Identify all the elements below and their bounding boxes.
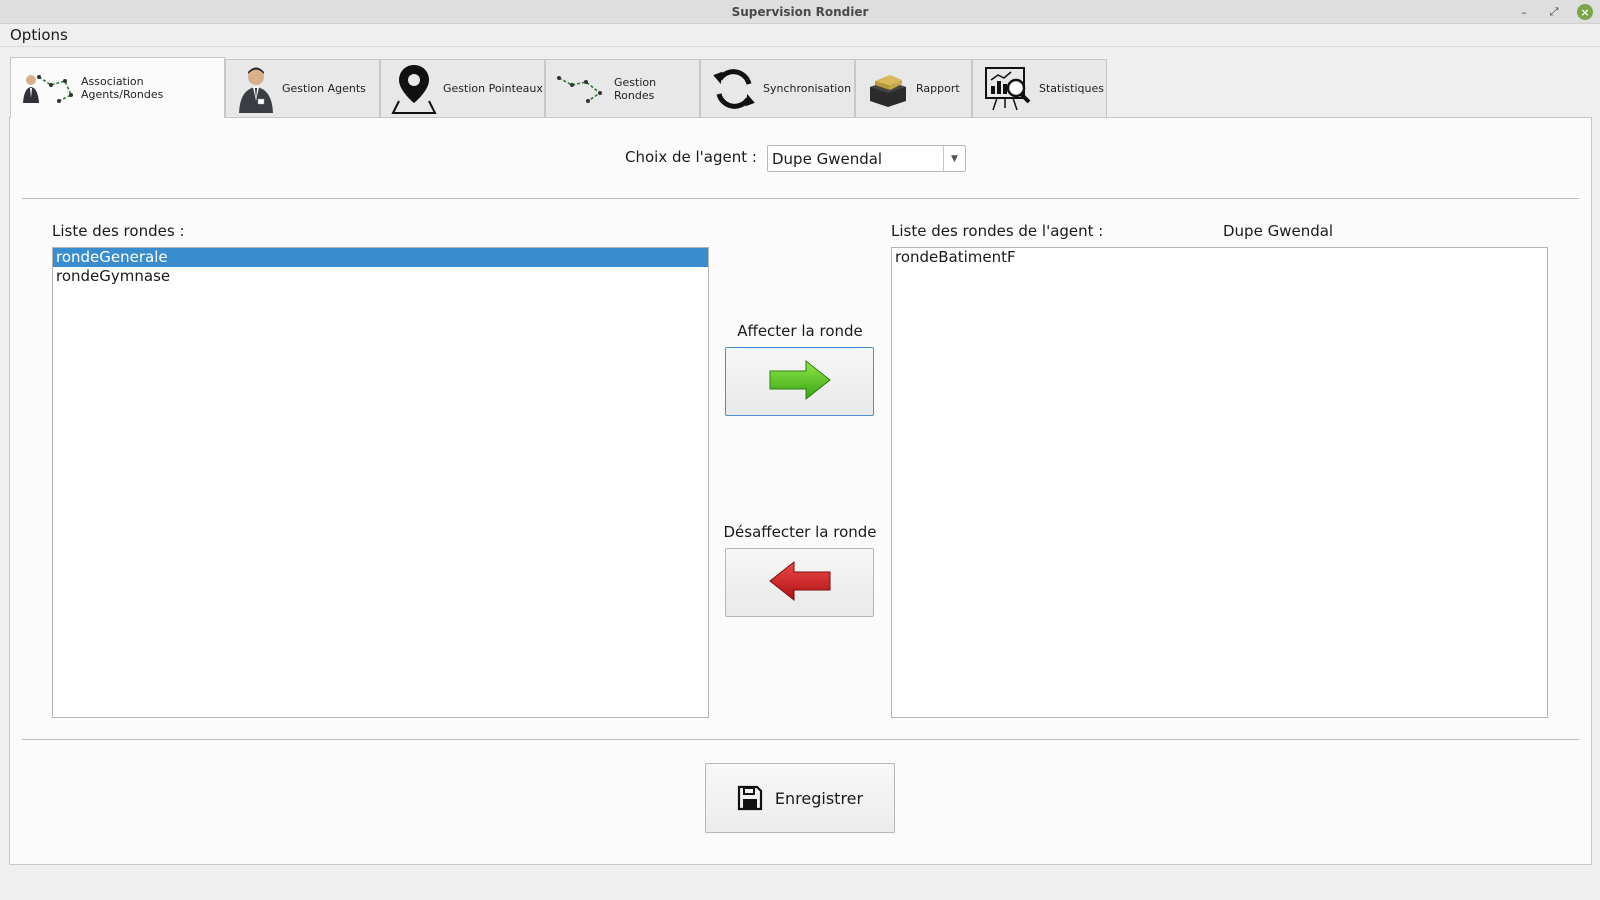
tab-rapport[interactable]: Rapport: [855, 59, 972, 117]
rounds-list[interactable]: rondeGenerale rondeGymnase: [52, 247, 709, 718]
tab-label: Statistiques: [1039, 82, 1104, 95]
save-label: Enregistrer: [774, 788, 864, 808]
separator-top: [22, 198, 1579, 199]
close-icon[interactable]: ×: [1577, 4, 1593, 20]
menu-bar: Options: [0, 24, 1600, 47]
tab-synchronisation[interactable]: Synchronisation: [700, 59, 855, 117]
assign-label: Affecter la ronde: [737, 322, 863, 340]
chevron-down-icon[interactable]: ▼: [943, 146, 965, 171]
rounds-list-title: Liste des rondes :: [52, 222, 185, 240]
menu-options[interactable]: Options: [10, 26, 68, 44]
minimize-icon[interactable]: –: [1516, 4, 1532, 20]
tab-label: Rapport: [916, 82, 960, 95]
arrow-left-icon: [768, 560, 832, 606]
floppy-disk-icon: [737, 785, 763, 811]
arrow-right-icon: [768, 359, 832, 405]
agent-route-icon: [21, 71, 75, 105]
unassign-button[interactable]: [725, 548, 874, 617]
agent-choice-label: Choix de l'agent :: [625, 148, 757, 166]
tab-label: Gestion Rondes: [614, 75, 657, 102]
tab-gestion-agents[interactable]: Gestion Agents: [225, 59, 380, 117]
agent-select-value: Dupe Gwendal: [772, 150, 883, 168]
tab-association[interactable]: Association Agents/Rondes: [10, 57, 225, 118]
unassign-label: Désaffecter la ronde: [723, 523, 877, 541]
report-box-icon: [866, 69, 910, 109]
list-item[interactable]: rondeGenerale: [53, 248, 708, 267]
agent-rounds-title: Liste des rondes de l'agent :: [891, 222, 1104, 240]
list-item[interactable]: rondeGymnase: [53, 267, 708, 286]
route-icon: [556, 73, 608, 105]
maximize-icon[interactable]: ⤢: [1546, 4, 1562, 20]
tab-gestion-rondes[interactable]: Gestion Rondes: [545, 59, 700, 117]
save-button[interactable]: Enregistrer: [705, 763, 895, 833]
agent-icon: [236, 65, 276, 113]
tab-label: Association Agents/Rondes: [81, 75, 164, 101]
map-pin-icon: [391, 63, 437, 115]
tab-label: Gestion Pointeaux: [443, 82, 543, 95]
tab-statistiques[interactable]: Statistiques: [972, 59, 1107, 117]
tab-label: Synchronisation: [763, 82, 852, 95]
assign-button[interactable]: [725, 347, 874, 416]
agent-select[interactable]: Dupe Gwendal ▼: [767, 145, 966, 172]
title-bar: Supervision Rondier – ⤢ ×: [0, 0, 1600, 24]
agent-rounds-agent-name: Dupe Gwendal: [1223, 222, 1334, 240]
tab-label: Gestion Agents: [282, 82, 366, 95]
sync-icon: [711, 66, 757, 112]
list-item[interactable]: rondeBatimentF: [892, 248, 1547, 267]
statistics-icon: [983, 64, 1033, 114]
window-title: Supervision Rondier: [731, 5, 869, 19]
separator-bottom: [22, 739, 1579, 740]
agent-rounds-list[interactable]: rondeBatimentF: [891, 247, 1548, 718]
tab-gestion-pointeaux[interactable]: Gestion Pointeaux: [380, 59, 545, 117]
